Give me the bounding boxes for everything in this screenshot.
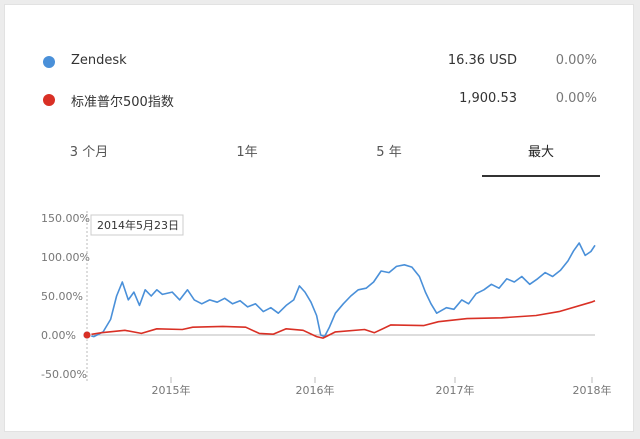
tab-max[interactable]: 最大	[482, 141, 600, 177]
series-dot-icon	[43, 94, 55, 106]
tab-1-year[interactable]: 1年	[188, 141, 306, 175]
x-tick-marks	[170, 377, 593, 383]
x-tick-label: 2017年	[436, 383, 475, 397]
x-tick-label: 2015年	[152, 383, 191, 397]
y-axis-labels: 150.00% 100.00% 50.00% 0.00% -50.00%	[41, 212, 90, 381]
x-tick-label: 2018年	[573, 383, 612, 397]
legend-name: Zendesk	[71, 53, 127, 68]
legend-change: 0.00%	[555, 53, 597, 68]
legend-row-sp500[interactable]: 标准普尔500指数 1,900.53 0.00%	[5, 87, 635, 113]
legend-row-zendesk[interactable]: Zendesk 16.36 USD 0.00%	[5, 49, 635, 75]
legend-value: 16.36 USD	[447, 53, 517, 68]
date-tooltip: 2014年5月23日	[90, 214, 184, 236]
y-tick-label: 150.00%	[41, 212, 90, 225]
series-dot-icon	[43, 56, 55, 68]
y-tick-label: -50.00%	[41, 368, 87, 381]
legend-name: 标准普尔500指数	[71, 95, 174, 110]
time-range-tabs: 3 个月 1年 5 年 最大	[30, 141, 600, 177]
stock-comparison-card: Zendesk 16.36 USD 0.00% 标准普尔500指数 1,900.…	[4, 4, 634, 432]
y-tick-label: 50.00%	[41, 290, 83, 303]
price-chart[interactable]: 150.00% 100.00% 50.00% 0.00% -50.00% 201…	[5, 205, 635, 425]
legend-value: 1,900.53	[459, 91, 517, 106]
y-tick-label: 0.00%	[41, 329, 76, 342]
tab-3-months[interactable]: 3 个月	[30, 141, 148, 175]
x-tick-label: 2016年	[296, 383, 335, 397]
hover-point-sp500	[83, 331, 91, 339]
y-tick-label: 100.00%	[41, 251, 90, 264]
tab-5-years[interactable]: 5 年	[330, 141, 448, 175]
x-axis-labels: 2015年 2016年 2017年 2018年	[152, 383, 612, 397]
series-line-zendesk	[86, 242, 596, 338]
legend-change: 0.00%	[555, 91, 597, 106]
tooltip-date: 2014年5月23日	[97, 218, 179, 232]
